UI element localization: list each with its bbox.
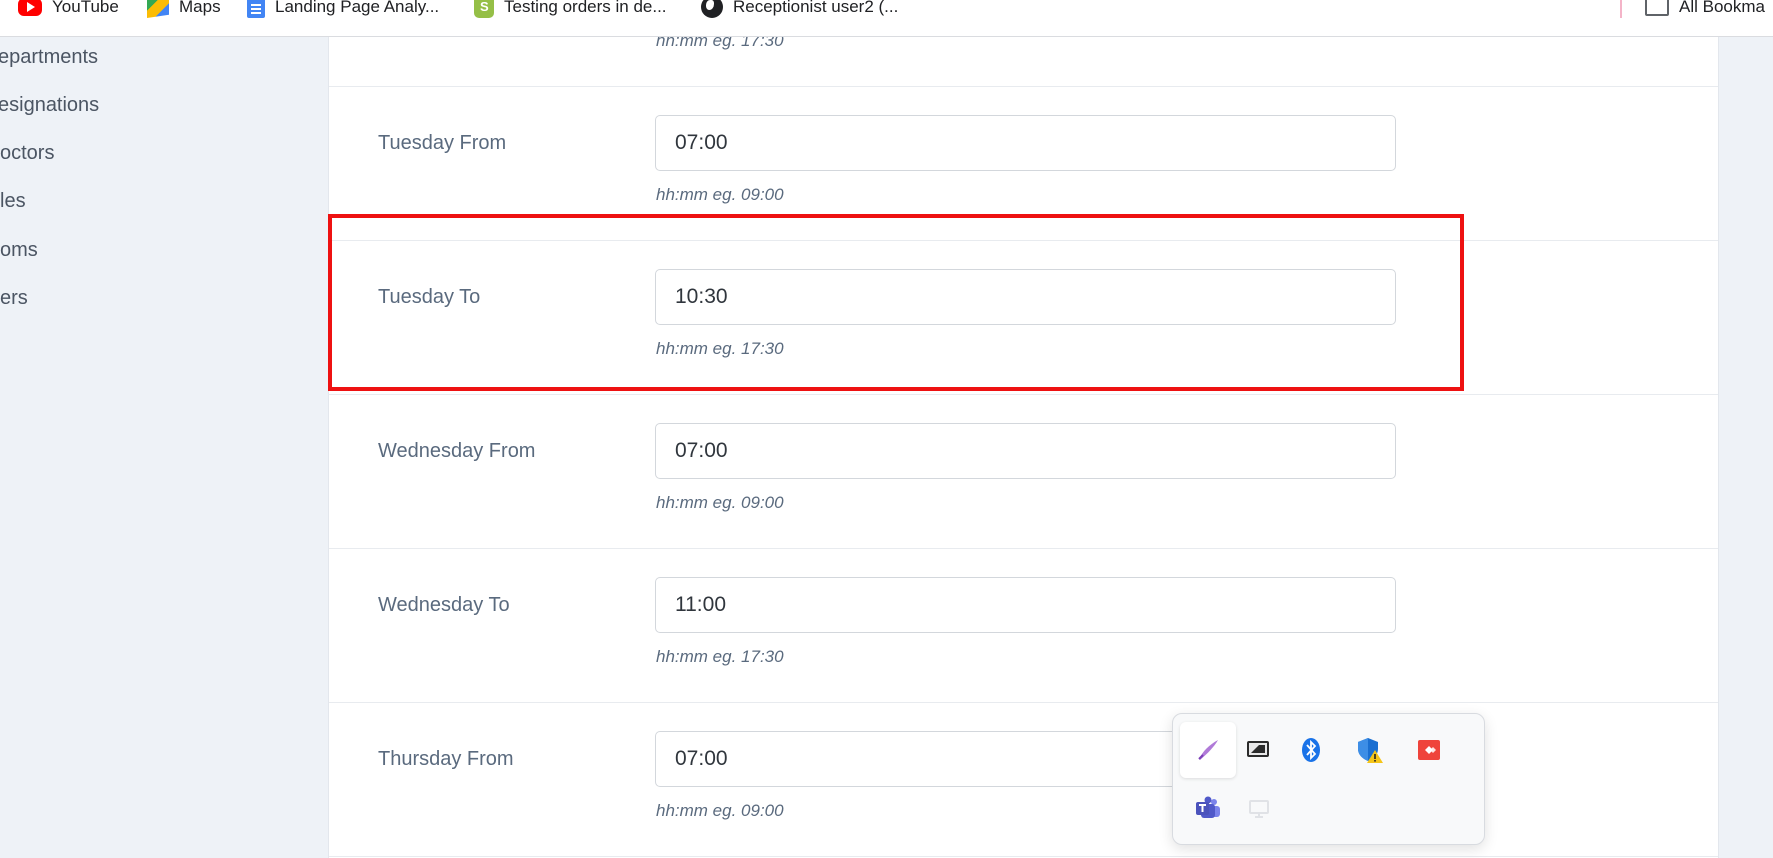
bookmark-maps[interactable]: Maps [147, 0, 221, 20]
schedule-form-panel: hh:mm eg. 17:30 Tuesday From hh:mm eg. 0… [328, 37, 1719, 858]
bookmark-label: Testing orders in de... [504, 0, 667, 16]
row-divider [329, 394, 1718, 395]
bookmark-label: YouTube [52, 0, 119, 16]
bookmark-youtube[interactable]: YouTube [18, 0, 119, 20]
row-divider [329, 548, 1718, 549]
wednesday-to-hint: hh:mm eg. 17:30 [656, 647, 784, 666]
sidebar-item-users[interactable]: ers [0, 287, 28, 310]
pen-icon[interactable] [1180, 722, 1236, 778]
thursday-from-label: Thursday From [378, 748, 514, 770]
tuesday-from-input[interactable] [655, 115, 1396, 171]
field-hint: hh:mm eg. 17:30 [656, 37, 784, 50]
row-divider [329, 240, 1718, 241]
row-divider [329, 86, 1718, 87]
folder-icon [1645, 0, 1669, 16]
bookmark-label: Receptionist user2 (... [733, 0, 899, 16]
all-bookmarks-label: All Bookma [1679, 0, 1765, 16]
thursday-from-hint: hh:mm eg. 09:00 [656, 801, 784, 820]
sidebar-item-departments[interactable]: epartments [0, 46, 98, 69]
sidebar: epartments esignations octors les oms er… [0, 37, 328, 858]
row-divider [329, 702, 1718, 703]
docs-icon [247, 0, 265, 18]
wednesday-to-input[interactable] [655, 577, 1396, 633]
sidebar-item-roles[interactable]: les [0, 190, 26, 213]
display-icon[interactable] [1230, 722, 1286, 778]
maps-icon [147, 0, 169, 18]
network-icon[interactable] [1231, 780, 1287, 836]
wednesday-from-hint: hh:mm eg. 09:00 [656, 493, 784, 512]
tuesday-to-hint: hh:mm eg. 17:30 [656, 339, 784, 358]
tuesday-to-label: Tuesday To [378, 286, 481, 308]
anydesk-icon[interactable] [1401, 722, 1457, 778]
wednesday-to-label: Wednesday To [378, 594, 510, 616]
tuesday-from-label: Tuesday From [378, 132, 507, 154]
bookmark-label: Maps [179, 0, 221, 16]
bookmark-receptionist[interactable]: Receptionist user2 (... [701, 0, 898, 20]
bookmarks-bar: YouTube Maps Landing Page Analy... Testi… [0, 0, 1773, 37]
bookmarks-separator [1620, 0, 1622, 18]
all-bookmarks-button[interactable]: All Bookma [1645, 0, 1765, 20]
teams-icon[interactable] [1180, 780, 1236, 836]
youtube-icon [18, 0, 42, 16]
tuesday-from-hint: hh:mm eg. 09:00 [656, 185, 784, 204]
wednesday-from-label: Wednesday From [378, 440, 536, 462]
security-warning-icon[interactable] [1342, 722, 1398, 778]
shopify-icon [474, 0, 494, 18]
row-divider [329, 856, 1718, 857]
bluetooth-icon[interactable] [1283, 722, 1339, 778]
system-tray-popup [1172, 713, 1485, 845]
wednesday-from-input[interactable] [655, 423, 1396, 479]
bookmark-label: Landing Page Analy... [275, 0, 440, 16]
tuesday-to-input[interactable] [655, 269, 1396, 325]
bookmark-landing-page[interactable]: Landing Page Analy... [247, 0, 439, 20]
globe-icon [701, 0, 723, 18]
sidebar-item-rooms[interactable]: oms [0, 239, 38, 262]
sidebar-item-doctors[interactable]: octors [0, 142, 54, 165]
bookmark-testing-orders[interactable]: Testing orders in de... [474, 0, 667, 20]
sidebar-item-designations[interactable]: esignations [0, 94, 99, 117]
